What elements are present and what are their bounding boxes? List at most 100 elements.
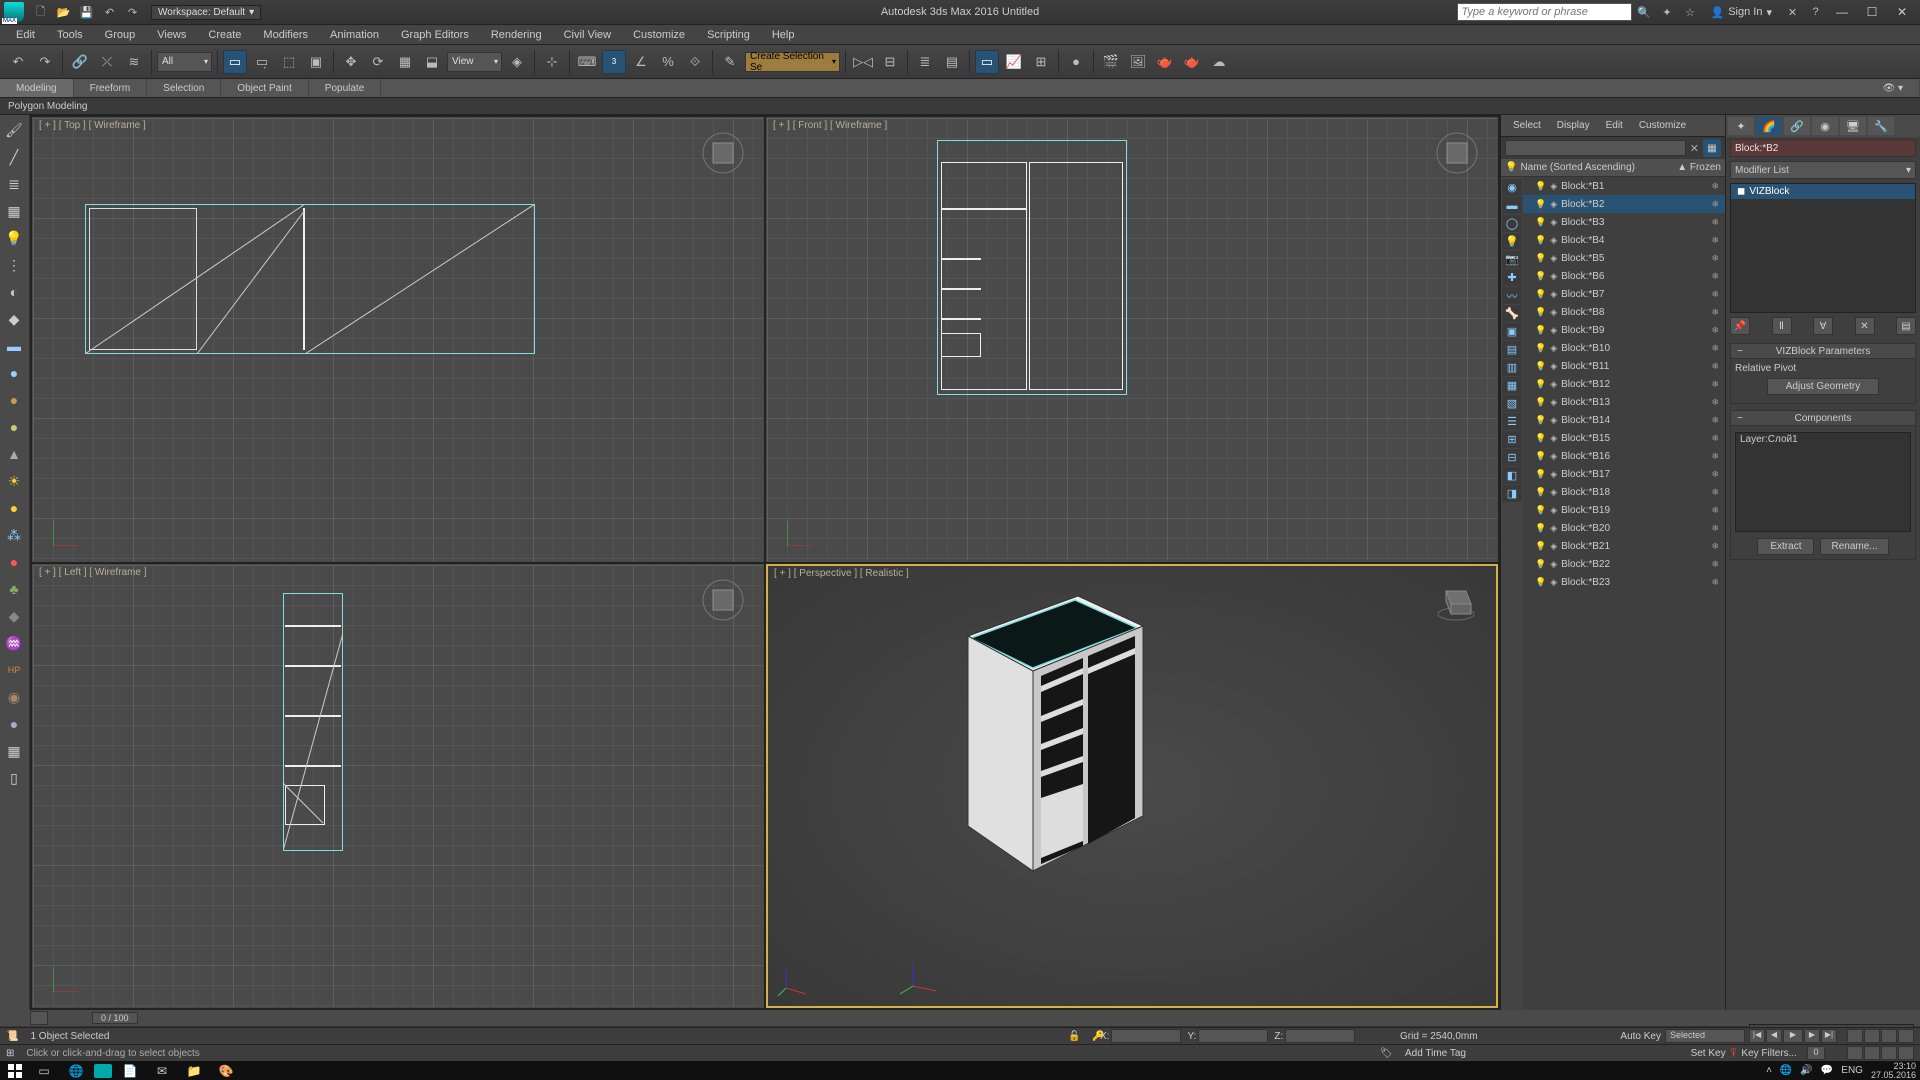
list-item[interactable]: 💡◈Block:*B19❄ [1523,501,1725,519]
tool-sphere-icon[interactable]: ● [2,361,26,385]
maximize-button[interactable]: ☐ [1858,2,1886,22]
undo-button[interactable]: ↶ [6,50,30,74]
menu-grapheditors[interactable]: Graph Editors [391,27,479,43]
start-button[interactable] [4,1063,26,1079]
tool-box-icon[interactable]: ▬ [2,334,26,358]
lock-icon[interactable]: 🔓 [1068,1031,1080,1042]
rollout-components[interactable]: Components [1730,410,1916,426]
menu-edit[interactable]: Edit [6,27,45,43]
tool-bulb-icon[interactable]: 💡 [2,226,26,250]
filter-c-icon[interactable]: ▥ [1502,359,1522,376]
pin-icon[interactable]: 📌 [1730,317,1750,335]
remove-icon[interactable]: ✕ [1855,317,1875,335]
se-tab-select[interactable]: Select [1509,118,1545,133]
rotate-button[interactable]: ⟳ [366,50,390,74]
list-item[interactable]: 💡◈Block:*B21❄ [1523,537,1725,555]
list-item[interactable]: 💡◈Block:*B2❄ [1523,195,1725,213]
filter-g-icon[interactable]: ⊞ [1502,431,1522,448]
clear-icon[interactable]: ✕ [1690,142,1699,155]
filter-d-icon[interactable]: ▦ [1502,377,1522,394]
menu-create[interactable]: Create [198,27,251,43]
tool-sphere2-icon[interactable]: ● [2,388,26,412]
render-iter-button[interactable]: 🫖 [1180,50,1204,74]
render-setup-button[interactable]: 🎬 [1099,50,1123,74]
goto-start-button[interactable]: |◀ [1749,1029,1765,1043]
open-icon[interactable]: 📂 [53,2,74,23]
menu-civilview[interactable]: Civil View [554,27,621,43]
filter-i-icon[interactable]: ◧ [1502,467,1522,484]
schematic-button[interactable]: ⊞ [1029,50,1053,74]
percent-snap-button[interactable]: % [656,50,680,74]
cp-hierarchy-tab[interactable]: 🔗 [1784,117,1810,135]
tool-palette-icon[interactable]: ▦ [2,739,26,763]
max-icon[interactable] [94,1064,112,1078]
angle-snap-button[interactable]: ∠ [629,50,653,74]
curve-editor-button[interactable]: 📈 [1002,50,1026,74]
signin-button[interactable]: 👤 Sign In ▾ [1703,6,1780,19]
se-tab-display[interactable]: Display [1553,118,1594,133]
list-item[interactable]: 💡◈Block:*B22❄ [1523,555,1725,573]
select-region-button[interactable]: ⬚ [277,50,301,74]
list-item[interactable]: 💡◈Block:*B1❄ [1523,177,1725,195]
ribbon-collapse-icon[interactable]: 👁 ▾ [1867,79,1920,97]
se-tab-edit[interactable]: Edit [1602,118,1627,133]
filter-cam-icon[interactable]: 📷 [1502,251,1522,268]
list-item[interactable]: 💡◈Block:*B9❄ [1523,321,1725,339]
autokey-label[interactable]: Auto Key [1620,1031,1661,1042]
frame-buffer-button[interactable]: 🖼 [1126,50,1150,74]
spinner-snap-button[interactable]: ⟐ [683,50,707,74]
tool-ball-icon[interactable]: ● [2,712,26,736]
kbd-button[interactable]: ⌨ [575,50,599,74]
tool-tex-icon[interactable]: ◉ [2,685,26,709]
tool-cone-icon[interactable]: ▲ [2,442,26,466]
modifier-list-dropdown[interactable]: Modifier List [1730,161,1916,179]
tool-brush-icon[interactable]: 🖌 [2,118,26,142]
filter-light-icon[interactable]: 💡 [1502,233,1522,250]
filter-bone-icon[interactable]: 🦴 [1502,305,1522,322]
redo-icon[interactable]: ↷ [122,2,143,23]
ribbon-toggle-button[interactable]: ▭ [975,50,999,74]
list-item[interactable]: 💡◈Block:*B13❄ [1523,393,1725,411]
help-icon[interactable]: ? [1805,2,1826,23]
tray-action-icon[interactable]: 💬 [1821,1065,1833,1076]
viewport-left[interactable]: [ + ] [ Left ] [ Wireframe ] [32,564,764,1009]
components-list[interactable]: Layer:Слой1 [1735,432,1911,532]
tray-vol-icon[interactable]: 🔊 [1800,1065,1812,1076]
save-icon[interactable]: 💾 [76,2,97,23]
chrome-icon[interactable]: 🌐 [62,1063,90,1079]
move-button[interactable]: ✥ [339,50,363,74]
filter-geo-icon[interactable]: ▬ [1502,197,1522,214]
config-icon[interactable]: ▤ [1896,317,1916,335]
tool-line-icon[interactable]: ╱ [2,145,26,169]
goto-end-button[interactable]: ▶| [1821,1029,1837,1043]
nav-pan-icon[interactable] [1847,1046,1863,1060]
menu-help[interactable]: Help [762,27,805,43]
cp-display-tab[interactable]: 🖥 [1840,117,1866,135]
unlink-button[interactable]: ⤫ [95,50,119,74]
adjust-geometry-button[interactable]: Adjust Geometry [1767,378,1879,395]
tool-hp-icon[interactable]: HP [2,658,26,682]
nav-zoomall-icon[interactable] [1864,1029,1880,1043]
coord-x-input[interactable] [1111,1029,1181,1043]
material-button[interactable]: ● [1064,50,1088,74]
tool-face-icon[interactable]: ◆ [2,307,26,331]
viewcube-icon[interactable] [698,128,748,178]
tray-chevron-icon[interactable]: ˄ [1766,1065,1772,1076]
modifier-stack[interactable]: ◼VIZBlock [1730,183,1916,313]
search-icon[interactable]: 🔍 [1634,2,1655,23]
manip-button[interactable]: ⊹ [540,50,564,74]
nav-region-icon[interactable] [1898,1029,1914,1043]
nav-walk-icon[interactable] [1864,1046,1880,1060]
next-frame-button[interactable]: ▶ [1804,1029,1820,1043]
tray-lang[interactable]: ENG [1841,1065,1863,1076]
placement-button[interactable]: ⬓ [420,50,444,74]
coord-z-input[interactable] [1285,1029,1355,1043]
keyfilters-button[interactable]: Key Filters... [1741,1048,1797,1059]
tool-light-icon[interactable]: ☀ [2,469,26,493]
list-item[interactable]: 💡◈Block:*B12❄ [1523,375,1725,393]
tool-edge-icon[interactable]: ◐ [2,280,26,304]
filter-space-icon[interactable]: 〰 [1502,287,1522,304]
list-item[interactable]: 💡◈Block:*B16❄ [1523,447,1725,465]
unique-icon[interactable]: ∀ [1813,317,1833,335]
list-item[interactable]: 💡◈Block:*B20❄ [1523,519,1725,537]
